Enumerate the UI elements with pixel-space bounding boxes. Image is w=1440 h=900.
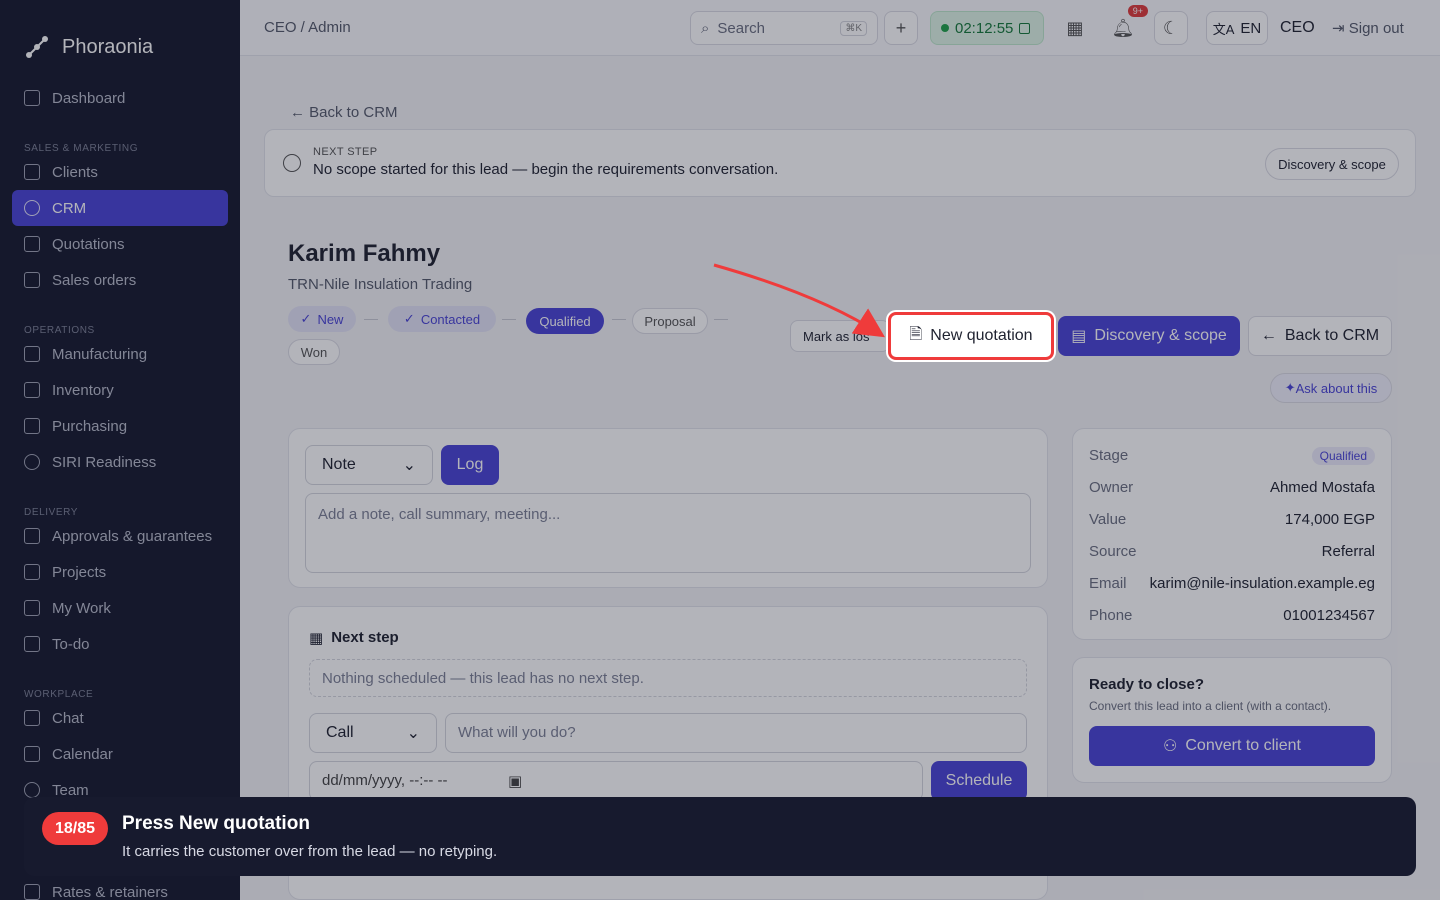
file-text-icon: 🗎 — [909, 325, 923, 343]
new-quotation-button[interactable]: 🗎 New quotation — [888, 312, 1054, 360]
tour-step-counter: 18/85 — [42, 812, 108, 845]
button-label: New quotation — [930, 327, 1033, 344]
tour-arrow — [713, 263, 886, 338]
tour-title: Press New quotation — [122, 813, 310, 834]
tour-tooltip: 18/85 Press New quotation It carries the… — [24, 797, 1416, 876]
tour-subtitle: It carries the customer over from the le… — [122, 843, 498, 860]
